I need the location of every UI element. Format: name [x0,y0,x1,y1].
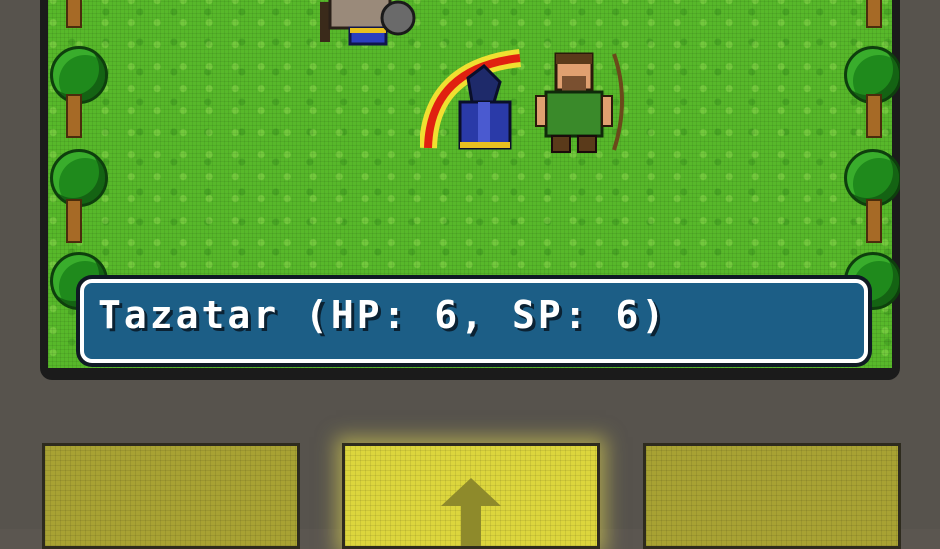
up-arrow-stem [461,506,481,546]
left-action-button[interactable] [42,443,300,549]
move-up-button[interactable] [342,443,600,549]
tree-trunk [66,0,82,28]
right-action-button[interactable] [643,443,901,549]
warrior-sprite [320,0,416,46]
tree-trunk [866,94,882,138]
tree-trunk [866,0,882,28]
character-status-text: Tazatar (HP: 6, SP: 6) [98,293,668,337]
archer-sprite [535,52,624,153]
tree-trunk [66,199,82,243]
mage-sprite [420,49,522,150]
character-status-box: Tazatar (HP: 6, SP: 6) [80,279,868,363]
up-arrow-icon [441,478,501,506]
game-frame: Tazatar (HP: 6, SP: 6) [0,0,940,549]
tree-trunk [66,94,82,138]
tree-trunk [866,199,882,243]
